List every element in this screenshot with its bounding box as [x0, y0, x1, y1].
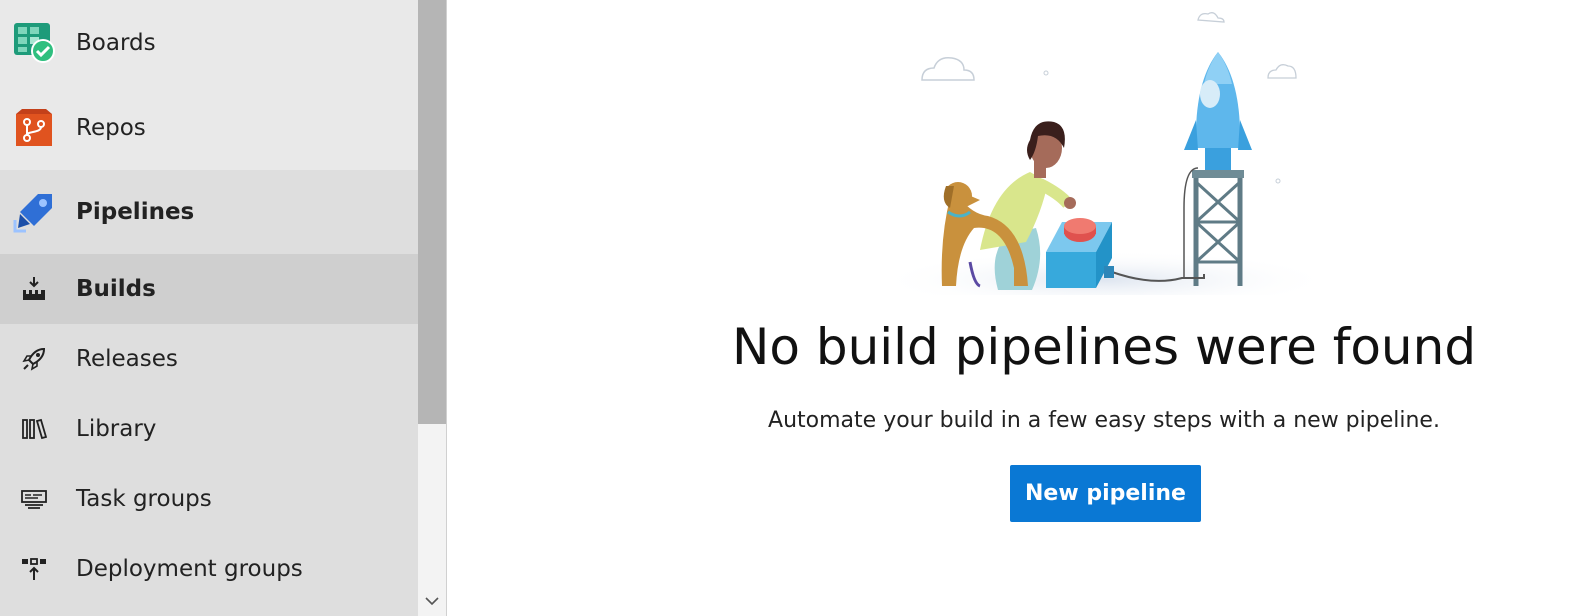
sidebar-item-boards[interactable]: Boards	[0, 0, 418, 86]
sidebar-item-label: Boards	[76, 30, 156, 56]
new-pipeline-button[interactable]: New pipeline	[1010, 465, 1201, 522]
deployment-groups-icon	[12, 554, 56, 584]
sidebar-item-repos[interactable]: Repos	[0, 86, 418, 170]
page-title: No build pipelines were found	[731, 318, 1477, 376]
sidebar-item-label: Repos	[76, 115, 146, 141]
builds-icon	[12, 274, 56, 304]
releases-icon	[12, 344, 56, 374]
chevron-down-icon[interactable]	[420, 590, 444, 612]
sidebar-item-library[interactable]: Library	[0, 394, 418, 464]
empty-state-description: Automate your build in a few easy steps …	[768, 408, 1440, 433]
sidebar-item-label: Pipelines	[76, 199, 195, 225]
sidebar-item-label: Deployment groups	[76, 556, 303, 582]
sidebar-item-pipelines[interactable]: Pipelines	[0, 170, 418, 254]
task-groups-icon	[12, 484, 56, 514]
pipelines-icon	[12, 190, 56, 234]
sidebar-item-releases[interactable]: Releases	[0, 324, 418, 394]
sidebar-item-label: Builds	[76, 276, 156, 302]
sidebar-scrollbar-thumb[interactable]	[418, 0, 446, 424]
sidebar-item-label: Library	[76, 416, 157, 442]
empty-state-illustration	[875, 0, 1340, 310]
sidebar-item-label: Releases	[76, 346, 178, 372]
boards-icon	[12, 21, 56, 65]
library-icon	[12, 414, 56, 444]
sidebar-item-task-groups[interactable]: Task groups	[0, 464, 418, 534]
sidebar-item-deployment-groups[interactable]: Deployment groups	[0, 534, 418, 604]
sidebar-item-label: Task groups	[76, 486, 212, 512]
repos-icon	[12, 106, 56, 150]
sidebar: Boards Repos Pipelines Builds Releases L…	[0, 0, 418, 616]
sidebar-item-builds[interactable]: Builds	[0, 254, 418, 324]
